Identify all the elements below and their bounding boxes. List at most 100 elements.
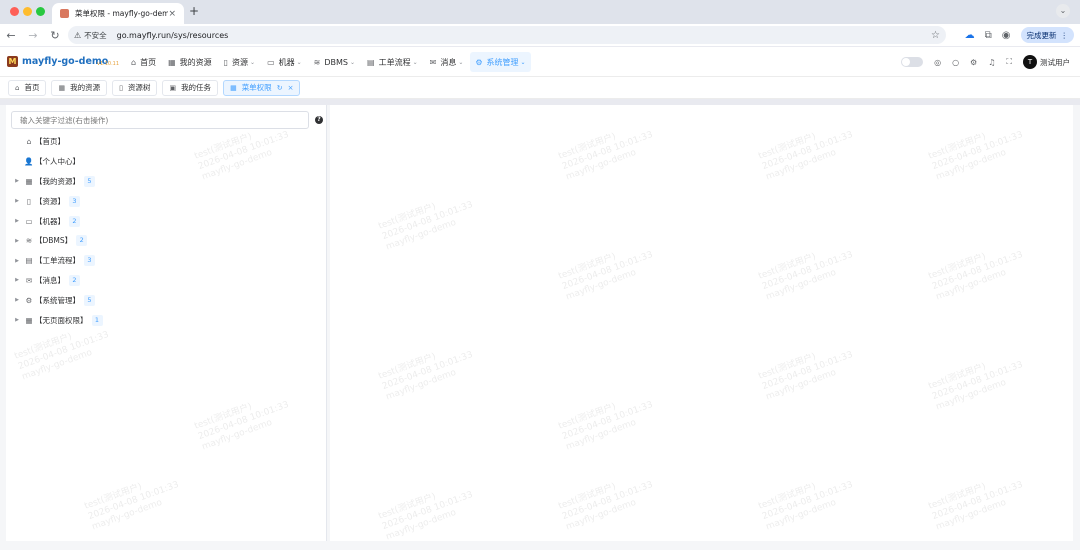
tree-node-label: 【机器】 xyxy=(35,216,65,226)
monitor-icon: ▭ xyxy=(25,216,33,226)
bookmark-icon: ▯ xyxy=(119,83,123,92)
tree-node[interactable]: 👤 【个人中心】 xyxy=(11,152,321,172)
child-count-badge: 3 xyxy=(84,255,95,267)
reload-icon[interactable]: ↻ xyxy=(44,29,66,42)
child-count-badge: 1 xyxy=(91,314,103,326)
browser-tab-strip: 菜单权限 - mayfly-go-demo × + ⌄ xyxy=(0,0,1080,24)
browser-tab[interactable]: 菜单权限 - mayfly-go-demo × xyxy=(52,3,184,24)
database-icon: ≋ xyxy=(313,57,321,67)
home-icon: ⌂ xyxy=(131,57,137,67)
caret-right-icon[interactable]: ▶ xyxy=(11,258,23,264)
app-name[interactable]: mayfly-go-demo xyxy=(22,56,108,67)
chevron-down-icon: ⌄ xyxy=(250,58,256,66)
child-count-badge: 5 xyxy=(84,294,95,306)
tree-node[interactable]: ⌂ 【首页】 xyxy=(11,132,321,152)
tree-node[interactable]: ▶ ▭ 【机器】 2 xyxy=(11,211,321,231)
tree-node[interactable]: ▶ ≋ 【DBMS】 2 xyxy=(11,231,321,251)
tag-2[interactable]: ▯ 资源树 xyxy=(112,79,158,96)
child-count-badge: 2 xyxy=(69,215,80,227)
bell-icon[interactable]: ♫ xyxy=(988,58,995,67)
home-icon: ⌂ xyxy=(26,137,32,147)
tab-search-icon[interactable]: ⌄ xyxy=(1056,4,1070,18)
new-tab-icon[interactable]: + xyxy=(189,4,199,18)
tree-node[interactable]: ▶ ✉ 【消息】 2 xyxy=(11,271,321,291)
top-menu: ⌂ 首页 ▦ 我的资源 ▯ 资源 ⌄ ▭ 机器 ⌄ ≋ DBMS ⌄ ▤ 工单流程 ⌄ ✉ 消息 ⌄ ⚙ 系统管理 ⌄ xyxy=(126,52,531,72)
tree-node[interactable]: ▶ ▦ 【无页面权限】 1 xyxy=(11,310,321,330)
grid-icon: ▦ xyxy=(25,315,33,325)
window-minimize-button[interactable] xyxy=(23,7,32,16)
search-icon[interactable]: ◎ xyxy=(934,58,941,67)
mail-icon: ✉ xyxy=(429,57,437,67)
grid-icon: ▦ xyxy=(168,57,176,67)
update-button[interactable]: 完成更新 ⋮ xyxy=(1020,27,1074,43)
close-tab-icon[interactable]: × xyxy=(168,9,176,19)
clipboard-icon: ▤ xyxy=(367,57,375,67)
cloud-icon[interactable]: ☁ xyxy=(965,30,975,41)
user-menu[interactable]: T 测试用户 xyxy=(1023,55,1070,69)
warning-icon[interactable]: ⚠ xyxy=(74,31,81,40)
favicon-icon xyxy=(60,9,69,18)
forward-icon[interactable]: → xyxy=(22,29,44,42)
detail-panel xyxy=(330,105,1073,541)
tag-label: 我的资源 xyxy=(70,83,101,92)
menu-item-7[interactable]: ⚙ 系统管理 ⌄ xyxy=(470,52,531,72)
menu-tree-panel: ? ⌂【首页】👤【个人中心】▶▦【我的资源】5▶▯【资源】3▶▭【机器】2▶≋【… xyxy=(6,105,327,541)
menu-item-6[interactable]: ✉ 消息 ⌄ xyxy=(425,52,469,72)
caret-right-icon[interactable]: ▶ xyxy=(11,218,23,224)
theme-switch[interactable] xyxy=(901,57,924,67)
tree-node-label: 【我的资源】 xyxy=(35,176,80,186)
tree-node[interactable]: ▶ ▤ 【工单流程】 3 xyxy=(11,251,321,271)
tree-node[interactable]: ▶ ▯ 【资源】 3 xyxy=(11,191,321,211)
avatar: T xyxy=(1023,55,1037,69)
caret-right-icon[interactable]: ▶ xyxy=(11,297,23,303)
profile-icon[interactable]: ◉ xyxy=(1002,30,1011,41)
menu-item-5[interactable]: ▤ 工单流程 ⌄ xyxy=(362,52,423,72)
caret-right-icon[interactable]: ▶ xyxy=(11,238,23,244)
tree-node[interactable]: ▶ ▦ 【我的资源】 5 xyxy=(11,172,321,192)
tag-label: 菜单权限 xyxy=(241,83,272,92)
menu-item-1[interactable]: ▦ 我的资源 xyxy=(163,52,217,72)
back-icon[interactable]: ← xyxy=(0,29,22,42)
close-icon[interactable]: × xyxy=(288,84,294,92)
browser-tab-title: 菜单权限 - mayfly-go-demo xyxy=(75,9,169,18)
caret-right-icon[interactable]: ▶ xyxy=(11,178,23,184)
tag-4[interactable]: ▦ 菜单权限 ↻ × xyxy=(223,79,301,96)
tree-node-label: 【系统管理】 xyxy=(35,295,80,305)
address-bar[interactable]: ⚠ 不安全 go.mayfly.run/sys/resources ☆ xyxy=(68,26,946,44)
settings-icon[interactable]: ⚙ xyxy=(970,58,977,67)
tag-0[interactable]: ⌂ 首页 xyxy=(8,79,47,96)
window-close-button[interactable] xyxy=(10,7,19,16)
search-icon-2[interactable]: ○ xyxy=(952,58,959,67)
tree-node[interactable]: ▶ ⚙ 【系统管理】 5 xyxy=(11,290,321,310)
tree-node-label: 【资源】 xyxy=(35,196,65,206)
help-icon[interactable]: ? xyxy=(315,116,323,124)
tag-label: 首页 xyxy=(24,83,40,92)
menu-item-2[interactable]: ▯ 资源 ⌄ xyxy=(219,52,260,72)
bookmark-star-icon[interactable]: ☆ xyxy=(931,30,940,41)
bookmark-icon: ▯ xyxy=(26,196,32,206)
menu-item-4[interactable]: ≋ DBMS ⌄ xyxy=(309,52,360,72)
caret-right-icon[interactable]: ▶ xyxy=(11,277,23,283)
insecure-label[interactable]: 不安全 xyxy=(84,30,107,41)
url-text[interactable]: go.mayfly.run/sys/resources xyxy=(117,31,931,40)
refresh-icon[interactable]: ↻ xyxy=(277,84,283,92)
menu-item-3[interactable]: ▭ 机器 ⌄ xyxy=(262,52,307,72)
tree-filter-input[interactable] xyxy=(11,111,309,129)
grid-icon: ▦ xyxy=(25,176,33,186)
window-zoom-button[interactable] xyxy=(36,7,45,16)
caret-right-icon[interactable]: ▶ xyxy=(11,198,23,204)
tree-node-label: 【无页面权限】 xyxy=(35,315,88,325)
tag-3[interactable]: ▣ 我的任务 xyxy=(162,79,219,96)
header-actions: ◎ ○ ⚙ ♫ ⛶ T 测试用户 xyxy=(901,55,1070,69)
chevron-down-icon: ⌄ xyxy=(458,58,464,66)
extensions-icon[interactable]: ⧉ xyxy=(985,30,992,41)
bookmark-icon: ▯ xyxy=(223,57,229,67)
caret-right-icon[interactable]: ▶ xyxy=(11,317,23,323)
update-button-label: 完成更新 xyxy=(1026,30,1057,40)
tree-node-label: 【个人中心】 xyxy=(35,157,80,167)
fullscreen-icon[interactable]: ⛶ xyxy=(1006,57,1012,67)
tag-1[interactable]: ▦ 我的资源 xyxy=(51,79,108,96)
menu-item-0[interactable]: ⌂ 首页 xyxy=(126,52,161,72)
toolbar-right: ☁ ⧉ ◉ 完成更新 ⋮ xyxy=(965,24,1080,46)
menu-item-label: 资源 xyxy=(232,57,249,67)
